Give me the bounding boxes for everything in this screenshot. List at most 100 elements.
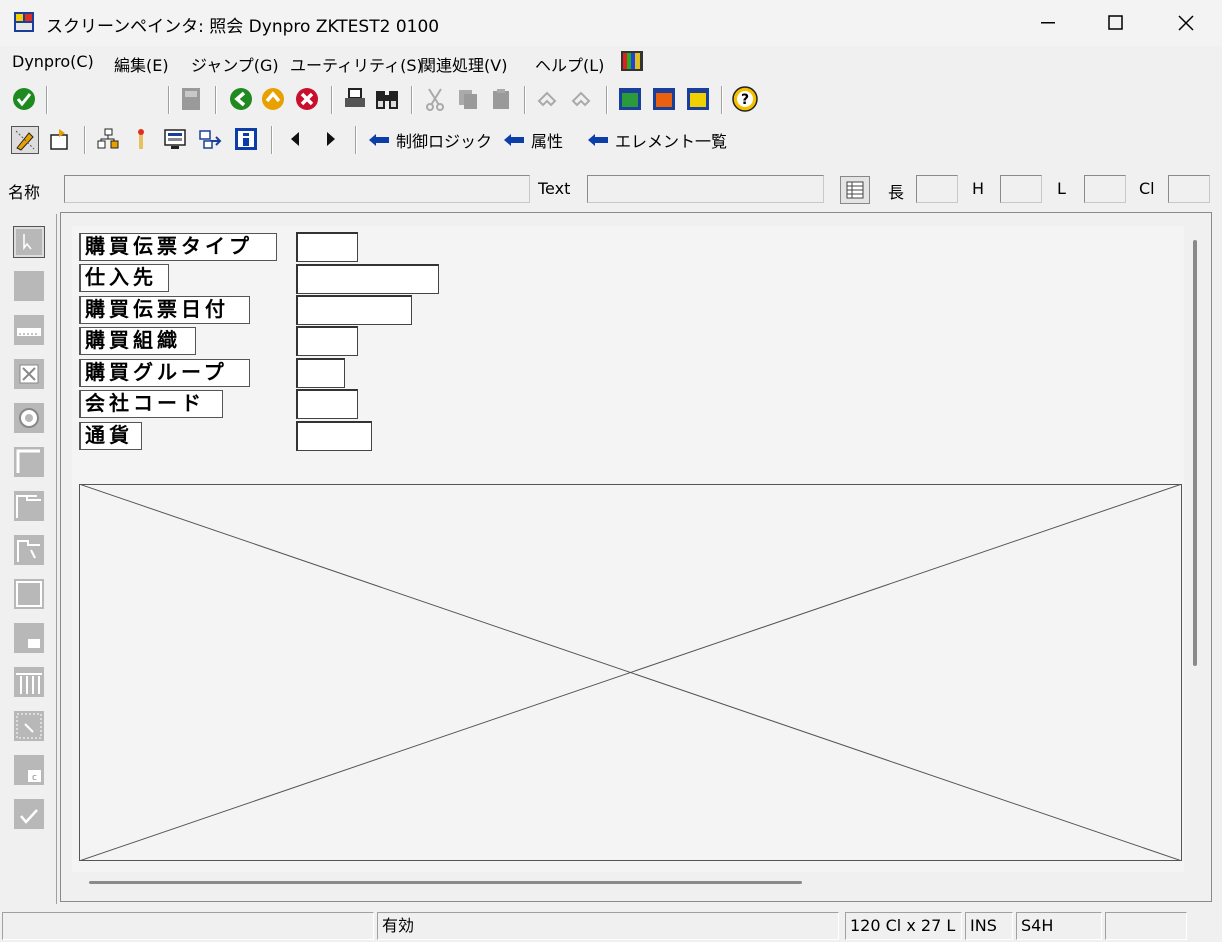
status-message xyxy=(2,912,374,940)
menu-help[interactable]: ヘルプ(L) xyxy=(535,52,604,76)
column-field[interactable] xyxy=(1168,175,1210,203)
activate-match-icon xyxy=(138,129,144,149)
cancel-button[interactable] xyxy=(294,86,320,112)
gui-options-icon[interactable] xyxy=(620,50,644,72)
menu-goto[interactable]: ジャンプ(G) xyxy=(191,52,279,76)
custom-control-area[interactable] xyxy=(79,484,1182,861)
back-button[interactable] xyxy=(228,86,254,112)
exit-button[interactable] xyxy=(260,86,286,112)
svg-text:?: ? xyxy=(741,92,749,108)
status-icon-tool[interactable] xyxy=(13,798,45,830)
status-ins[interactable]: INS xyxy=(965,912,1013,940)
height-field[interactable] xyxy=(1000,175,1042,203)
previous-button[interactable] xyxy=(282,126,308,152)
find-button[interactable] xyxy=(374,86,400,112)
screen-painter-app-icon xyxy=(14,12,34,32)
binoculars-icon xyxy=(376,91,398,109)
name-field[interactable] xyxy=(64,175,530,203)
redo-button[interactable] xyxy=(569,86,595,112)
input-po-type[interactable] xyxy=(296,232,358,262)
edit-mode-button[interactable] xyxy=(11,126,39,154)
flow-logic-link[interactable]: 制御ロジック xyxy=(368,128,492,152)
layout-button[interactable] xyxy=(651,86,677,112)
tabstrip-tool[interactable] xyxy=(13,490,45,522)
cancel-x-icon xyxy=(296,88,318,110)
exit-up-icon xyxy=(262,88,284,110)
other-dynpro-button[interactable] xyxy=(46,126,72,152)
input-vendor[interactable] xyxy=(296,264,439,294)
element-palette: c xyxy=(4,214,57,904)
layout-editor-button[interactable] xyxy=(163,126,189,152)
label-company-code[interactable]: 会社コード xyxy=(79,390,223,418)
help-question-icon: ? xyxy=(732,86,758,112)
select-tool[interactable] xyxy=(13,226,45,258)
enter-button[interactable] xyxy=(11,86,37,112)
minimize-button[interactable] xyxy=(1014,0,1082,46)
shortcut-button[interactable] xyxy=(685,86,711,112)
window-icon xyxy=(619,88,641,110)
length-field[interactable] xyxy=(916,175,958,203)
paste-button[interactable] xyxy=(488,86,514,112)
new-session-button[interactable] xyxy=(617,86,643,112)
box-tool[interactable] xyxy=(13,578,45,610)
text-field[interactable] xyxy=(587,175,824,203)
input-purch-org[interactable] xyxy=(296,326,358,356)
next-button[interactable] xyxy=(318,126,344,152)
attributes-link[interactable]: 属性 xyxy=(503,128,563,152)
check-button[interactable] xyxy=(95,126,121,152)
input-purch-group[interactable] xyxy=(296,358,345,388)
command-field[interactable] xyxy=(52,84,168,114)
label-vendor[interactable]: 仕入先 xyxy=(79,264,169,292)
status-check-icon xyxy=(14,799,44,829)
label-po-date[interactable]: 購買伝票日付 xyxy=(79,296,250,324)
tabstrip-wizard-tool[interactable] xyxy=(13,534,45,566)
maximize-button[interactable] xyxy=(1082,0,1150,46)
close-button[interactable] xyxy=(1152,0,1220,46)
label-currency[interactable]: 通貨 xyxy=(79,422,142,450)
printer-icon xyxy=(345,88,365,107)
input-currency[interactable] xyxy=(296,421,372,451)
vertical-scrollbar-thumb[interactable] xyxy=(1193,240,1197,666)
input-po-date[interactable] xyxy=(296,295,412,325)
label-purch-group[interactable]: 購買グループ xyxy=(79,359,250,387)
horizontal-scrollbar-thumb[interactable] xyxy=(89,881,802,884)
line-label: L xyxy=(1057,179,1066,198)
cut-button[interactable] xyxy=(422,86,448,112)
menu-environment[interactable]: 関連処理(V) xyxy=(420,52,507,76)
input-field-tool[interactable] xyxy=(13,314,45,346)
help-button[interactable]: ? xyxy=(732,86,758,112)
menu-dynpro[interactable]: Dynpro(C) xyxy=(12,52,94,71)
menu-edit[interactable]: 編集(E) xyxy=(114,52,169,76)
pushbutton-tool[interactable] xyxy=(13,446,45,478)
menu-utilities[interactable]: ユーティリティ(S) xyxy=(290,52,423,76)
copy-button[interactable] xyxy=(455,86,481,112)
pushbutton-element-icon xyxy=(14,447,44,477)
custom-control-tool[interactable]: c xyxy=(13,754,45,786)
dict-fields-button[interactable] xyxy=(198,126,224,152)
tabstrip-wizard-icon xyxy=(14,535,44,565)
element-list-label: エレメント一覧 xyxy=(615,132,728,151)
checkbox-tool[interactable] xyxy=(13,358,45,390)
checkbox-element-icon xyxy=(14,359,44,389)
close-icon xyxy=(1178,15,1194,31)
input-company-code[interactable] xyxy=(296,389,358,419)
save-button[interactable] xyxy=(178,86,204,112)
text-list-button[interactable] xyxy=(840,176,870,204)
redo-icon xyxy=(571,91,591,107)
info-button[interactable] xyxy=(233,126,259,152)
line-field[interactable] xyxy=(1084,175,1126,203)
triangle-left-icon xyxy=(291,132,299,146)
print-button[interactable] xyxy=(342,86,368,112)
table-wizard-tool[interactable] xyxy=(13,710,45,742)
text-field-tool[interactable] xyxy=(13,270,45,302)
menu-bar: Dynpro(C) 編集(E) ジャンプ(G) ユーティリティ(S) 関連処理(… xyxy=(0,46,1222,78)
label-purch-org[interactable]: 購買組織 xyxy=(79,327,196,355)
element-list-link[interactable]: エレメント一覧 xyxy=(587,128,727,152)
checkmark-icon xyxy=(13,88,35,110)
label-po-type[interactable]: 購買伝票タイプ xyxy=(79,233,277,261)
table-control-tool[interactable] xyxy=(13,666,45,698)
subscreen-tool[interactable] xyxy=(13,622,45,654)
radio-button-tool[interactable] xyxy=(13,402,45,434)
activate-button[interactable] xyxy=(128,126,154,152)
undo-button[interactable] xyxy=(535,86,561,112)
